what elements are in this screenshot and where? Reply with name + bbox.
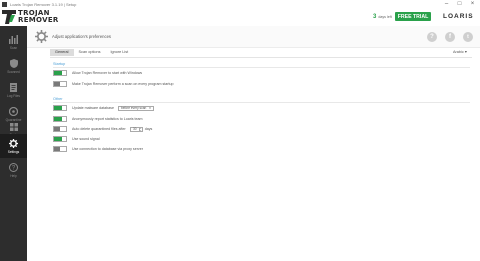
sidebar-item-log-files[interactable]: Log Files bbox=[0, 78, 27, 102]
sidebar-item-scan[interactable]: Scan bbox=[0, 30, 27, 54]
sidebar-item-label: Scanned bbox=[7, 69, 20, 74]
sidebar-item-label: Scan bbox=[9, 45, 18, 50]
chevron-down-icon: ▾ bbox=[464, 50, 467, 54]
option-label: Update malware database bbox=[72, 106, 114, 110]
tab-ignore-list[interactable]: Ignore List bbox=[105, 49, 133, 56]
toggle-auto-delete[interactable] bbox=[53, 126, 67, 132]
maximize-button[interactable]: □ bbox=[453, 0, 466, 8]
option-start-with-windows: Allow Trojan Remover to start with Windo… bbox=[53, 70, 142, 76]
logo-line-2: REMOVER bbox=[18, 16, 59, 24]
option-proxy-server: Use connection to database via proxy ser… bbox=[53, 146, 143, 152]
toggle-update-database[interactable] bbox=[53, 105, 67, 111]
toggle-proxy-server[interactable] bbox=[53, 146, 67, 152]
logfiles-icon bbox=[10, 82, 17, 92]
trial-days-label: days left bbox=[378, 14, 392, 19]
brand-logo: LOARIS bbox=[443, 13, 474, 20]
sidebar-item-label: Settings bbox=[7, 149, 20, 154]
tab-general[interactable]: General bbox=[50, 49, 74, 56]
page-subtitle: Adjust application's preferences bbox=[52, 34, 111, 39]
app-icon bbox=[2, 1, 7, 7]
sidebar-item-label: Help bbox=[10, 173, 17, 178]
settings-tabs: General Scan options Ignore List bbox=[50, 49, 133, 56]
tab-scan-options[interactable]: Scan options bbox=[74, 49, 106, 56]
option-scan-on-startup: Make Trojan Remover perform a scan on ev… bbox=[53, 81, 173, 87]
sidebar-item-label: Log Files bbox=[7, 93, 20, 98]
facebook-button[interactable]: f bbox=[445, 32, 455, 42]
option-label: Use sound signal bbox=[72, 137, 100, 141]
days-label: days bbox=[144, 127, 153, 131]
scan-icon bbox=[8, 34, 18, 44]
option-label: Make Trojan Remover perform a scan on ev… bbox=[72, 82, 174, 86]
chevron-down-icon: ▾ bbox=[149, 106, 151, 110]
auto-delete-days-input[interactable]: 30 bbox=[129, 126, 140, 132]
update-frequency-select[interactable]: before every scan ▾ bbox=[117, 105, 154, 111]
help-icon: ? bbox=[9, 162, 18, 172]
option-label: Anonymously report statistics to Loaris … bbox=[72, 117, 143, 121]
trial-info: 3 days left FREE TRIAL bbox=[373, 12, 432, 21]
social-button[interactable]: t bbox=[463, 32, 473, 42]
tools-icon bbox=[9, 123, 18, 131]
option-label: Use connection to database via proxy ser… bbox=[72, 147, 143, 151]
option-sound-signal: Use sound signal bbox=[53, 136, 100, 142]
toggle-report-statistics[interactable] bbox=[53, 116, 67, 122]
option-label: Allow Trojan Remover to start with Windo… bbox=[72, 71, 143, 75]
option-auto-delete: Auto delete quarantined files after 30 ▴… bbox=[53, 126, 152, 132]
window-title: Loaris Trojan Remover 3.1.19 | Setup bbox=[10, 1, 77, 7]
language-value: Arabic bbox=[453, 50, 464, 54]
sidebar-item-scanned[interactable]: Scanned bbox=[0, 54, 27, 78]
update-frequency-value: before every scan bbox=[120, 106, 147, 110]
divider bbox=[53, 102, 470, 103]
section-other: Other bbox=[53, 97, 63, 101]
option-report-statistics: Anonymously report statistics to Loaris … bbox=[53, 116, 143, 122]
toggle-start-with-windows[interactable] bbox=[53, 70, 67, 76]
sidebar-item-settings[interactable]: Settings bbox=[0, 134, 27, 158]
close-button[interactable]: × bbox=[466, 0, 479, 8]
option-update-database: Update malware database before every sca… bbox=[53, 105, 154, 111]
gear-icon bbox=[9, 138, 18, 148]
help-button[interactable]: ? bbox=[427, 32, 437, 42]
title-bar: Loaris Trojan Remover 3.1.19 | Setup bbox=[0, 0, 480, 8]
minimize-button[interactable]: – bbox=[440, 0, 453, 8]
divider bbox=[53, 67, 470, 68]
section-startup: Startup bbox=[53, 62, 66, 66]
logo: TROJAN REMOVER bbox=[0, 8, 100, 26]
language-select[interactable]: Arabic ▾ bbox=[453, 49, 467, 54]
shield-icon bbox=[9, 58, 18, 68]
settings-header-icon bbox=[35, 30, 48, 48]
quarantine-icon bbox=[9, 106, 18, 116]
trojan-logo-icon bbox=[2, 10, 16, 24]
free-trial-button[interactable]: FREE TRIAL bbox=[394, 12, 432, 21]
trial-days: 3 bbox=[373, 13, 377, 20]
sidebar-item-help[interactable]: ? Help bbox=[0, 158, 27, 182]
days-stepper[interactable]: ▴ ▾ bbox=[139, 126, 143, 132]
divider bbox=[50, 57, 472, 58]
toggle-scan-on-startup[interactable] bbox=[53, 81, 67, 87]
option-label: Auto delete quarantined files after bbox=[72, 127, 126, 131]
toggle-sound-signal[interactable] bbox=[53, 136, 67, 142]
